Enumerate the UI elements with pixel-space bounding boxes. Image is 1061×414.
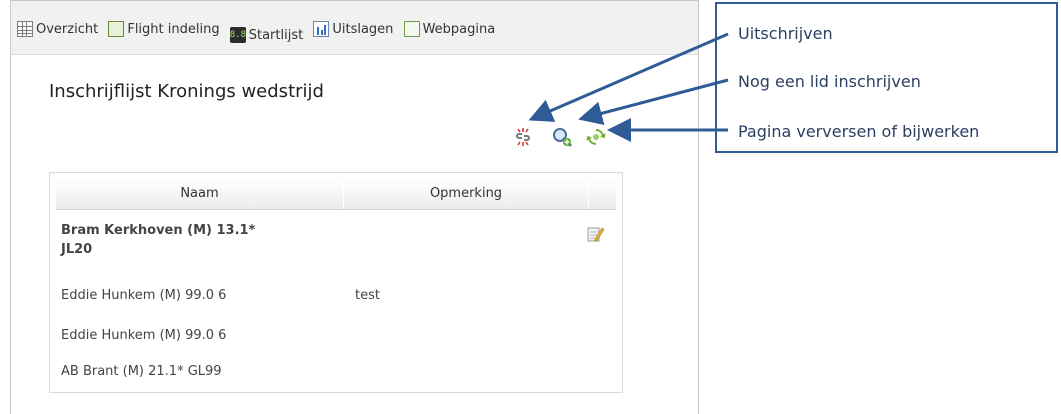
- annotation-arrows: [528, 32, 729, 142]
